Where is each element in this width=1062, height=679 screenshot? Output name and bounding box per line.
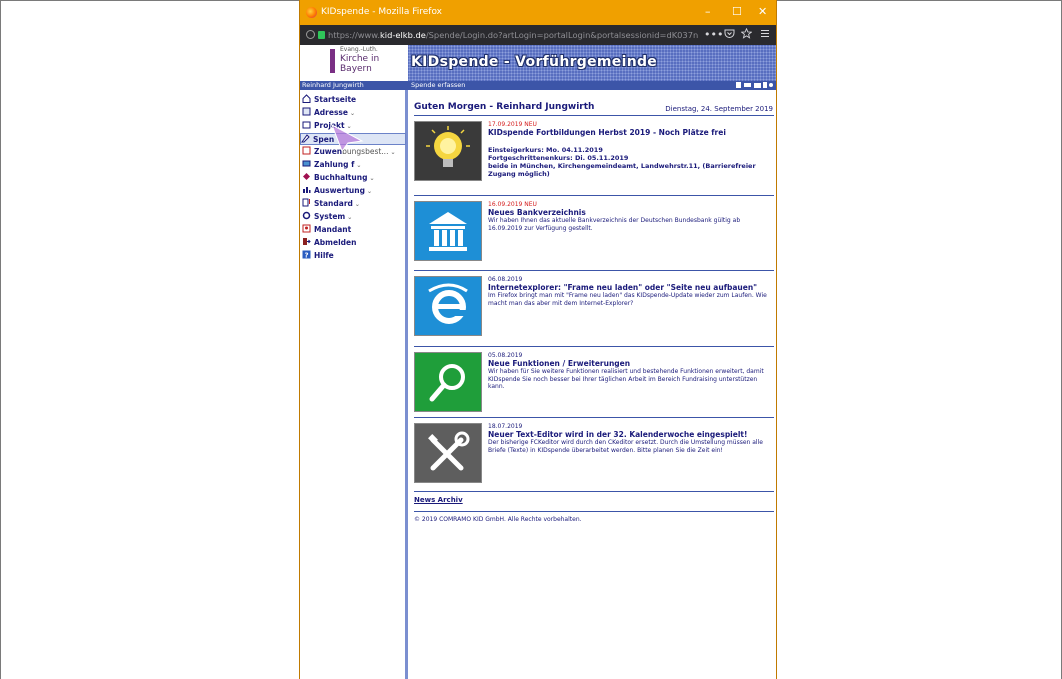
news-body: Wir haben für Sie weitere Funktionen rea… [488,368,764,390]
news-body: Wir haben Ihnen das aktuelle Bankverzeic… [488,217,741,232]
news-title[interactable]: Internetexplorer: "Frame neu laden" oder… [488,283,773,292]
divider [414,115,774,116]
pocket-icon[interactable] [724,28,735,42]
news-title[interactable]: Neuer Text-Editor wird in der 32. Kalend… [488,430,773,439]
news-title[interactable]: Neue Funktionen / Erweiterungen [488,359,773,368]
info-icon [736,82,741,88]
help-icon [769,83,773,87]
standard-icon [302,198,310,207]
sidebar-item-zahlungslauf[interactable]: Zahlung f ⌄ [302,159,406,171]
news-title[interactable]: Neues Bankverzeichnis [488,208,773,217]
church-logo-icon [330,49,335,73]
sidebar-item-startseite[interactable]: Startseite [302,94,406,106]
news-item: 05.08.2019 Neue Funktionen / Erweiterung… [414,348,774,416]
divider [414,417,774,418]
breadcrumb: Spende erfassen [411,81,466,89]
logo-line1: Kirche in [340,54,380,64]
divider [414,491,774,492]
bank-icon [414,201,482,261]
news-date: 18.07.2019 [488,423,523,430]
address-book-icon [302,107,311,116]
divider [414,511,774,512]
current-date: Dienstag, 24. September 2019 [665,105,773,113]
ledger-icon [303,173,310,180]
divider [414,195,774,196]
news-body: Einsteigerkurs: Mo. 04.11.2019 Fortgesch… [488,146,756,178]
news-date: 16.09.2019 NEU [488,201,537,208]
window-title: KIDspende - Mozilla Firefox [321,7,443,17]
news-item: 06.08.2019 Internetexplorer: "Frame neu … [414,272,774,340]
home-icon [302,94,311,103]
sidebar-item-hilfe[interactable]: ? Hilfe [302,250,406,262]
sidebar: Startseite Adresse ⌄ Projekt ⌄ Spen Zuwenb… [300,90,408,679]
close-button[interactable]: ✕ [758,5,767,18]
sidebar-item-abmelden[interactable]: Abmelden [302,237,406,249]
news-item: 16.09.2019 NEU Neues Bankverzeichnis Wir… [414,197,774,265]
tools-icon [414,423,482,483]
copyright-text: © 2019 COMRAMO KID GmbH. Alle Rechte vor… [414,516,582,523]
gear-icon [302,211,311,220]
browser-window: KIDspende - Mozilla Firefox – ☐ ✕ https:… [299,0,777,679]
news-date: 17.09.2019 NEU [488,121,537,128]
greeting: Guten Morgen - Reinhard Jungwirth [414,102,595,112]
main-content: Guten Morgen - Reinhard Jungwirth Dienst… [411,90,776,679]
user-name: Reinhard Jungwirth [302,81,364,89]
sidebar-item-auswertung[interactable]: Auswertung ⌄ [302,185,406,197]
donation-icon [301,134,310,143]
divider [414,346,774,347]
chart-icon [303,187,311,193]
divider [414,270,774,271]
lock-icon[interactable] [318,31,325,39]
page-actions-icon[interactable]: ••• [704,28,723,41]
chevron-down-icon: ⌄ [369,175,375,182]
chevron-down-icon: ⌄ [366,188,372,195]
flag-icon [763,82,767,88]
news-title[interactable]: KIDspende Fortbildungen Herbst 2019 - No… [488,128,773,137]
news-date: 06.08.2019 [488,276,523,283]
client-icon [302,224,311,233]
news-archive-link[interactable]: News Archiv [414,496,463,504]
address-bar[interactable]: https://www.kid-elkb.de/Spende/Login.do?… [300,25,776,45]
help-icon: ? [302,250,311,259]
chevron-down-icon: ⌄ [390,149,396,156]
news-body: Im Firefox bringt man mit "Frame neu lad… [488,292,767,307]
window-titlebar: KIDspende - Mozilla Firefox – ☐ ✕ [300,0,776,25]
logout-icon [303,238,311,245]
lightbulb-icon [414,121,482,181]
news-body: Der bisherige FCKeditor wird durch den C… [488,439,763,454]
mail-icon [754,83,761,88]
news-item: 18.07.2019 Neuer Text-Editor wird in der… [414,419,774,487]
maximize-button[interactable]: ☐ [732,5,742,18]
mouse-cursor-icon [331,123,364,153]
minimize-button[interactable]: – [705,5,711,18]
sidebar-item-standard[interactable]: Standard ⌄ [302,198,406,210]
chevron-down-icon: ⌄ [354,201,360,208]
internet-explorer-icon [414,276,482,336]
sidebar-item-mandant[interactable]: Mandant [302,224,406,236]
chevron-down-icon: ⌄ [349,110,356,117]
project-icon [302,121,311,129]
logo-small-text: Evang.-Luth. [340,46,378,53]
print-icon [744,83,751,87]
payment-icon [302,160,311,167]
app-heading: KIDspende - Vorführgemeinde [411,54,658,70]
url-field[interactable]: https://www.kid-elkb.de/Spende/Login.do?… [328,30,698,40]
site-info-icon[interactable] [306,30,315,39]
svg-text:?: ? [305,252,309,260]
sidebar-item-buchhaltung[interactable]: Buchhaltung ⌄ [302,172,406,184]
status-bar: Reinhard Jungwirth Spende erfassen [300,81,776,90]
sidebar-item-adresse[interactable]: Adresse ⌄ [302,107,406,119]
news-date: 05.08.2019 [488,352,523,359]
bookmark-star-icon[interactable] [740,27,753,42]
hamburger-menu-icon[interactable] [760,28,770,41]
logo-line2: Bayern [340,64,372,74]
news-item: 17.09.2019 NEU KIDspende Fortbildungen H… [414,117,774,185]
app-banner: Evang.-Luth. Kirche in Bayern KIDspende … [300,45,776,81]
chevron-down-icon: ⌄ [356,162,362,169]
certificate-icon [302,146,311,155]
chevron-down-icon: ⌄ [347,214,353,221]
firefox-icon [306,7,317,18]
magnifier-icon [414,352,482,412]
sidebar-item-system[interactable]: System ⌄ [302,211,406,223]
